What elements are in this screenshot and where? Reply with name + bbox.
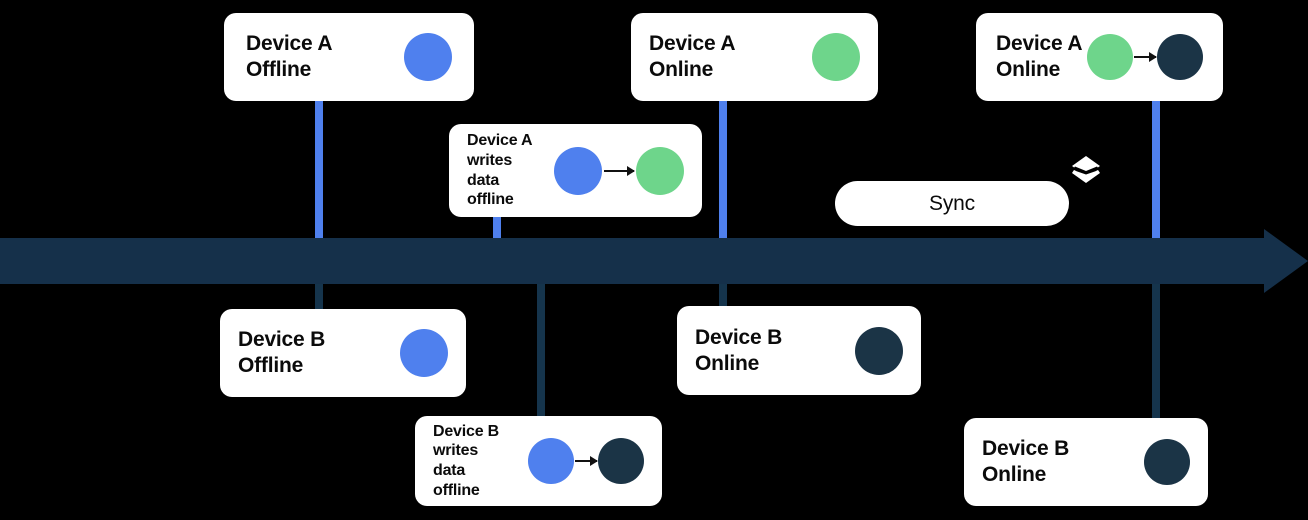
- status-dot-blue: [554, 146, 602, 195]
- card-label: Device B Offline: [238, 328, 326, 377]
- status-dot-blue: [404, 33, 452, 81]
- status-dot-navy: [598, 438, 644, 484]
- status-dot-blue: [400, 329, 448, 377]
- status-dot-navy: [1157, 34, 1203, 80]
- card-visual: [1087, 34, 1203, 80]
- card-visual: [1144, 439, 1190, 485]
- card-device-a-writes-data-offline[interactable]: Device A writes data offline: [449, 124, 702, 217]
- card-visual: [812, 33, 860, 81]
- card-device-b-online-synced[interactable]: Device B Online: [964, 418, 1208, 506]
- card-visual: [400, 329, 448, 377]
- card-device-a-offline[interactable]: Device A Offline: [224, 13, 474, 101]
- card-visual: [554, 146, 684, 195]
- sync-label: Sync: [929, 191, 975, 215]
- connector-device-b-online-synced: [1152, 278, 1160, 423]
- transition-arrow-icon: [604, 165, 635, 176]
- card-label: Device A Online: [996, 32, 1083, 81]
- card-visual: [528, 438, 644, 484]
- card-label: Device B Online: [982, 437, 1070, 486]
- card-label: Device B Online: [695, 325, 783, 375]
- card-label: Device B writes data offline: [433, 422, 499, 499]
- offline-sync-diagram: Device A Offline Device A writes data of…: [0, 0, 1308, 520]
- card-visual: [855, 326, 903, 375]
- layers-icon: [1068, 152, 1104, 188]
- card-visual: [404, 33, 452, 81]
- status-dot-navy: [855, 326, 903, 375]
- card-device-a-online[interactable]: Device A Online: [631, 13, 878, 101]
- connector-device-a-online: [719, 100, 727, 245]
- timeline-bar: [0, 238, 1266, 284]
- card-label: Device A Offline: [246, 32, 333, 81]
- card-device-b-offline[interactable]: Device B Offline: [220, 309, 466, 397]
- transition-arrow-icon: [1134, 52, 1157, 62]
- status-dot-blue: [528, 438, 574, 484]
- card-device-a-online-synced[interactable]: Device A Online: [976, 13, 1223, 101]
- sync-button[interactable]: Sync: [835, 181, 1069, 226]
- status-dot-green: [812, 33, 860, 81]
- connector-device-b-writes: [537, 278, 545, 423]
- connector-device-a-online-synced: [1152, 100, 1160, 245]
- card-device-b-online[interactable]: Device B Online: [677, 306, 921, 395]
- card-device-b-writes-data-offline[interactable]: Device B writes data offline: [415, 416, 662, 506]
- status-dot-green: [636, 146, 684, 195]
- card-label: Device A Online: [649, 32, 736, 81]
- status-dot-navy: [1144, 439, 1190, 485]
- status-dot-green: [1087, 34, 1133, 80]
- connector-device-a-offline: [315, 100, 323, 245]
- card-label: Device A writes data offline: [467, 132, 533, 209]
- timeline-arrow-head: [1264, 229, 1308, 293]
- transition-arrow-icon: [575, 456, 598, 466]
